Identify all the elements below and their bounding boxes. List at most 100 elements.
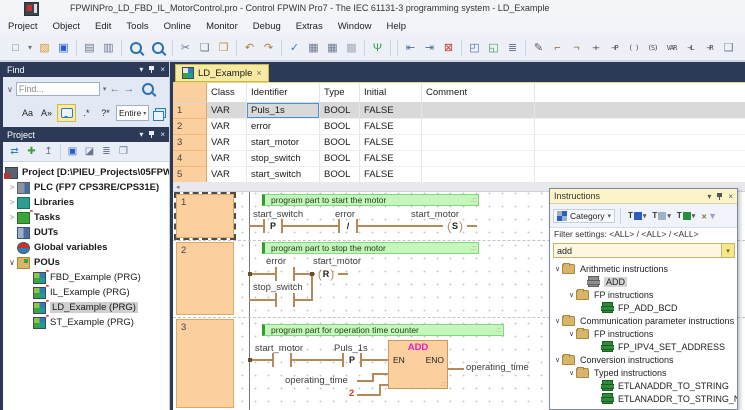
tree-item-fp-ipv4-set-address[interactable]: FP_IPV4_SET_ADDRESS [550,340,737,353]
draw-tool-icon[interactable]: ✎ [529,39,548,57]
chevron-right-icon[interactable]: > [7,183,17,192]
row-number[interactable]: 2 [173,119,207,135]
find-history-icon[interactable]: ▾ [103,85,107,93]
tree-item-fbd-example[interactable]: FBD_Example (PRG) [3,270,169,285]
input-variable-label[interactable]: operating_time [285,375,348,386]
cell-identifier[interactable]: error [247,119,320,135]
find-input[interactable] [16,82,100,96]
cell-type[interactable]: BOOL [320,167,360,183]
left-power-rail-icon[interactable]: ⊣L [681,39,700,57]
tree-item-fp-instructions[interactable]: ∨ FP instructions [550,288,737,301]
network-3-comment[interactable]: program part for operation time counter … [262,324,504,336]
row-number[interactable]: 4 [173,151,207,167]
search-comments-button[interactable] [57,104,76,122]
tree-item-arithmetic[interactable]: ∨ Arithmetic instructions [550,262,737,275]
resize-grip-icon[interactable]: .:: [495,326,501,336]
cell-identifier[interactable]: stop_switch [247,151,320,167]
find-prev-icon[interactable]: ← [109,83,120,95]
find-icon[interactable] [130,42,142,54]
filter-instruction-button[interactable]: T ▾ [675,210,697,221]
tree-item-il-example[interactable]: IL_Example (PRG) [3,285,169,300]
tree-item-pous[interactable]: ∨ POUs [3,255,169,270]
page-setup-icon[interactable]: ▤ [80,39,99,57]
cell-comment[interactable] [422,135,535,151]
network-1-number[interactable]: 1 [176,194,234,238]
cell-class[interactable]: VAR [207,103,247,119]
tab-ld-example[interactable]: LD_Example × [175,64,269,82]
menu-extras[interactable]: Extras [296,21,323,32]
row-number[interactable]: 3 [173,135,207,151]
cell-type[interactable]: BOOL [320,151,360,167]
chevron-down-icon[interactable]: ∨ [553,317,562,325]
wire-corner-right-icon[interactable]: ¬ [567,39,586,57]
print-icon[interactable]: ▥ [99,39,118,57]
pin-icon[interactable] [716,192,723,201]
tree-item-libraries[interactable]: > Libraries [3,195,169,210]
network-3-number[interactable]: 3 [176,319,234,408]
cell-initial[interactable]: FALSE [360,119,422,135]
coil-label[interactable]: start_motor [313,256,361,267]
menu-online[interactable]: Online [164,21,191,32]
panel-menu-icon[interactable]: ▾ [707,192,711,201]
table-row[interactable]: 5 VAR start_switch BOOL FALSE [173,167,745,183]
cell-class[interactable]: VAR [207,167,247,183]
cell-class[interactable]: VAR [207,119,247,135]
new-project-dropdown-icon[interactable]: ▾ [25,39,35,57]
undo-icon[interactable]: ↶ [240,39,259,57]
contact-pulse[interactable]: P [263,219,283,233]
column-header-type[interactable]: Type [320,83,360,102]
delete-network-icon[interactable]: ⊠ [439,39,458,57]
instruction-search-input[interactable] [554,246,721,256]
cell-class[interactable]: VAR [207,151,247,167]
tree-item-add[interactable]: ADD [550,275,737,288]
search-scope-select[interactable]: Entire ▾ [116,105,149,121]
contact-icon[interactable]: ⊣⊢ [586,39,605,57]
match-case-button[interactable]: Aa [19,105,36,121]
find-in-project-icon[interactable] [152,42,164,54]
menu-window[interactable]: Window [338,21,372,32]
network-2-comment[interactable]: program part to stop the motor .:: [262,242,479,254]
column-header-class[interactable]: Class [207,83,247,102]
chevron-down-icon[interactable]: ∨ [553,356,562,364]
search-all-pous-button[interactable] [152,105,169,121]
contact-pulse[interactable]: P [342,353,362,367]
close-icon[interactable]: × [728,192,733,201]
tree-item-project-root[interactable]: Project [D:\PIEU_Projects\05FPWIN [3,165,169,180]
new-folder-icon[interactable]: ↥ [40,144,57,160]
cell-initial[interactable]: FALSE [360,103,422,119]
compile-all-icon[interactable]: ▦ [323,39,342,57]
check-pou-icon[interactable]: ✓ [285,39,304,57]
input-literal-value[interactable]: 2 [349,388,354,399]
row-number[interactable]: 5 [173,167,207,183]
find-next-icon[interactable]: → [123,83,134,95]
instruction-search-combo[interactable]: ▾ [553,243,735,258]
cell-identifier[interactable]: Puls_1s [247,103,320,119]
contact[interactable] [275,293,295,307]
contact-label[interactable]: stop_switch [253,282,303,293]
coil-icon[interactable]: ( ) [624,39,643,57]
coil-set-icon[interactable]: (S) [643,39,662,57]
regex-button[interactable]: .* [78,105,95,121]
tree-item-typed-instructions[interactable]: ∨ Typed instructions [550,366,737,379]
panel-menu-icon[interactable]: ▾ [139,65,143,74]
menu-monitor[interactable]: Monitor [206,21,238,32]
menu-edit[interactable]: Edit [95,21,111,32]
table-row[interactable]: 2 VAR error BOOL FALSE [173,119,745,135]
pin-icon[interactable] [148,65,155,74]
contact[interactable] [272,353,292,367]
menu-project[interactable]: Project [8,21,38,32]
column-header-initial[interactable]: Initial [360,83,422,102]
chevron-down-icon[interactable]: ∨ [567,369,576,377]
add-function-block[interactable]: ADD EN ENO .:: [388,340,448,389]
menu-debug[interactable]: Debug [253,21,281,32]
cell-comment[interactable] [422,151,535,167]
no-edit-icon[interactable]: ◪ [81,144,98,160]
new-project-icon[interactable]: □ [6,39,25,57]
tree-item-communication[interactable]: ∨ Communication parameter instructions [550,314,737,327]
column-header-identifier[interactable]: Identifier [247,83,320,102]
tree-item-fp-instructions[interactable]: ∨ FP instructions [550,327,737,340]
panel-menu-icon[interactable]: ▾ [139,130,143,139]
tree-item-etlanaddr-to-string-nc[interactable]: ETLANADDR_TO_STRING_NC [550,392,737,405]
wire-corner-left-icon[interactable]: ⌐ [548,39,567,57]
row-number[interactable]: 1 [173,103,207,119]
